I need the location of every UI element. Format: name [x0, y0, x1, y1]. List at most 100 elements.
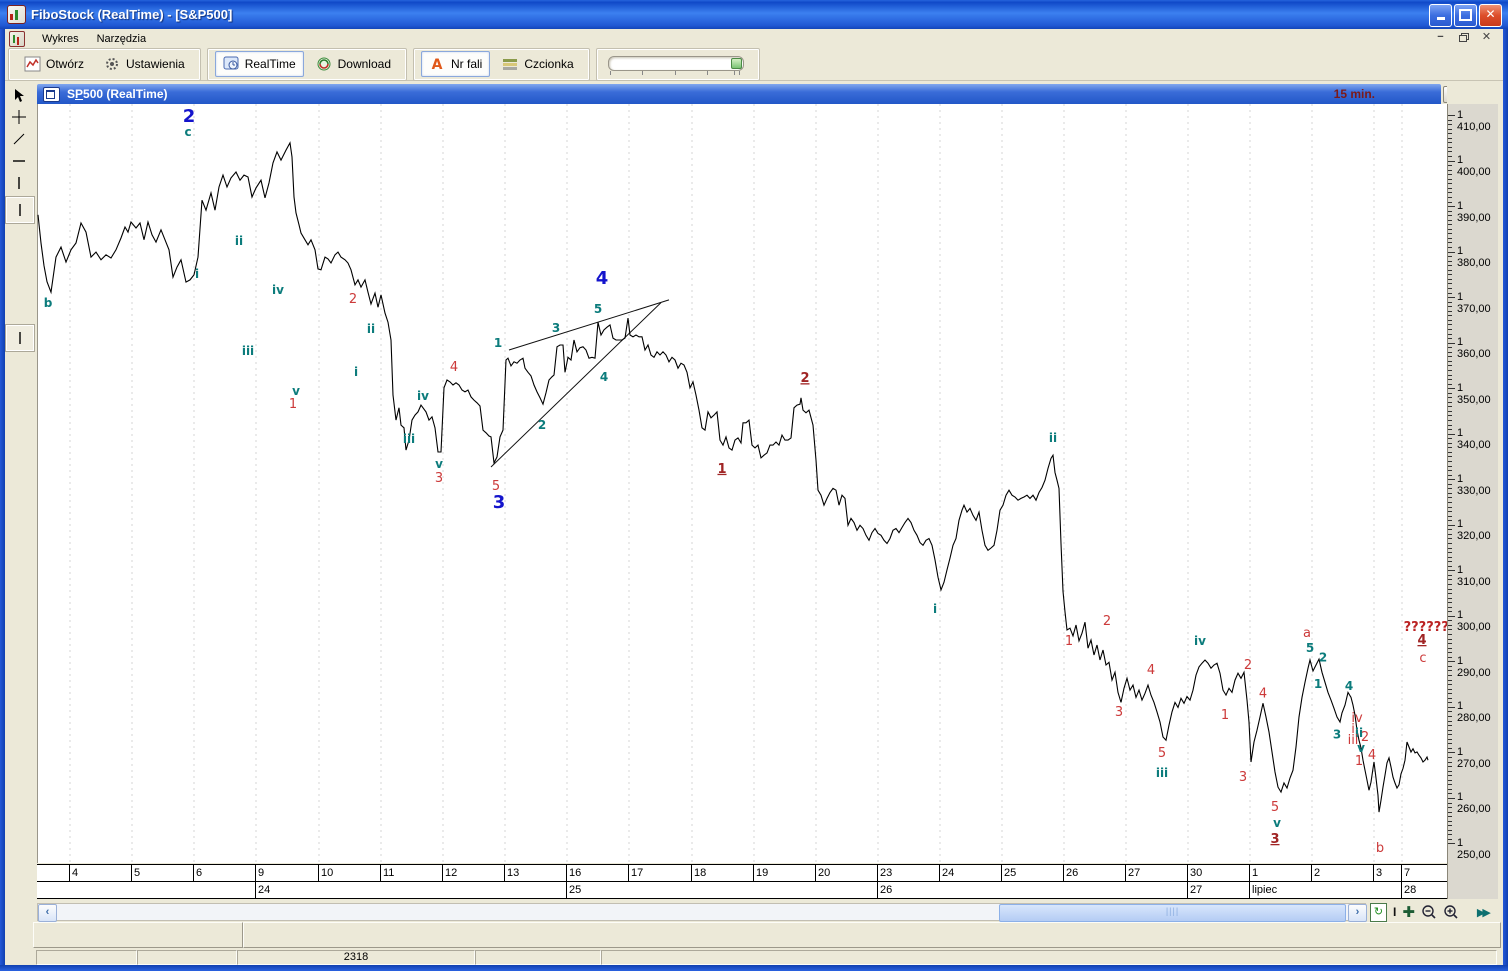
scroll-right-icon[interactable]: ›: [1348, 904, 1367, 922]
mdi-minimize-icon[interactable]: −: [1432, 30, 1449, 45]
toolbar-group-annot: A Nr fali Czcionka: [414, 48, 589, 80]
y-tick: [1448, 174, 1452, 176]
x-axis-label: 24: [942, 867, 955, 879]
x-divider: [691, 865, 692, 881]
y-tick: [1448, 570, 1455, 572]
price-chart-canvas[interactable]: 243bciiiiiiivviiiiiiivv12345iiiiviiiv512…: [37, 104, 1456, 863]
zoom-slider-thumb[interactable]: [730, 58, 742, 69]
y-tick: [1448, 324, 1452, 326]
x-divider: [815, 865, 816, 881]
ibeam-icon[interactable]: I: [1393, 905, 1396, 919]
menu-narzedzia[interactable]: Narzędzia: [88, 31, 156, 47]
wave-number-button[interactable]: A Nr fali: [421, 51, 491, 77]
zoom-slider-track[interactable]: [607, 56, 744, 71]
y-tick: [1448, 215, 1452, 217]
y-tick: [1448, 843, 1455, 845]
y-tick: [1448, 720, 1452, 722]
y-tick: [1448, 529, 1452, 531]
y-axis-label: 1 360,00: [1457, 336, 1491, 361]
mdi-close-icon[interactable]: ✕: [1478, 30, 1495, 45]
open-button[interactable]: Otwórz: [16, 51, 92, 77]
vline-tool[interactable]: [6, 172, 32, 194]
y-axis-label: 1 300,00: [1457, 609, 1491, 634]
y-tick: [1448, 119, 1452, 121]
y-tick: [1448, 520, 1452, 522]
y-tick: [1448, 410, 1452, 412]
x-divider: [1401, 882, 1402, 898]
wave-label: ii: [235, 234, 243, 248]
y-tick: [1448, 347, 1452, 349]
x-axis-label: 11: [383, 867, 395, 879]
maximize-icon[interactable]: [1454, 4, 1477, 27]
pan-right-icon[interactable]: ▶▶: [1477, 906, 1491, 919]
wave-label: a: [1303, 626, 1311, 641]
mdi-restore-icon[interactable]: [1455, 30, 1472, 45]
crosshair-tool[interactable]: [6, 106, 32, 128]
chart-hscrollbar[interactable]: ‹ ›: [37, 903, 1367, 922]
y-tick: [1448, 706, 1455, 708]
y-tick: [1448, 237, 1452, 239]
wave-label: c: [1419, 651, 1426, 666]
y-tick: [1448, 561, 1452, 563]
wave-label: 2: [1319, 650, 1327, 664]
y-tick: [1448, 583, 1452, 585]
y-tick: [1448, 406, 1452, 408]
y-tick: [1448, 647, 1452, 649]
wave-label: 4: [1417, 633, 1426, 648]
wave-label: v: [435, 457, 443, 471]
scroll-left-icon[interactable]: ‹: [38, 904, 57, 922]
title-bar: FiboStock (RealTime) - [S&P500] ✕: [0, 0, 1508, 29]
font-button[interactable]: Czcionka: [494, 51, 581, 77]
y-tick: [1448, 301, 1452, 303]
y-tick: [1448, 420, 1452, 422]
y-tick: [1448, 784, 1452, 786]
y-tick: [1448, 278, 1452, 280]
y-axis-label: 1 280,00: [1457, 700, 1491, 725]
wave-label: b: [44, 296, 53, 310]
y-axis-label: 1 270,00: [1457, 745, 1491, 770]
wave-label: 3: [1270, 832, 1279, 847]
realtime-button[interactable]: RealTime: [214, 51, 304, 77]
hline-tool[interactable]: [6, 150, 32, 172]
y-tick: [1448, 206, 1455, 208]
window-border: [0, 29, 5, 971]
y-tick: [1448, 397, 1452, 399]
price-line: [37, 141, 1429, 813]
zoom-out-icon[interactable]: [1421, 904, 1437, 920]
price-axis[interactable]: 1 250,00 1 260,00 1 270,00 1 280,00 1 290,00…: [1447, 104, 1498, 899]
y-tick: [1448, 187, 1452, 189]
wave-label: 3: [552, 321, 560, 335]
settings-button[interactable]: Ustawienia: [96, 51, 193, 77]
chart-zoom-controls: ↻ I ✚ ▶▶: [1370, 902, 1508, 922]
app-window: FiboStock (RealTime) - [S&P500] ✕ Wykres…: [0, 0, 1508, 971]
vline-tool-2[interactable]: [6, 197, 34, 223]
wave-label: 5: [1271, 800, 1279, 815]
toolbar: Otwórz Ustawienia RealTime Download A Nr…: [5, 48, 1503, 81]
x-axis-label: 3: [1376, 867, 1383, 879]
close-icon[interactable]: ✕: [1479, 4, 1502, 27]
plus-icon[interactable]: ✚: [1402, 903, 1415, 921]
scrollbar-thumb[interactable]: [999, 904, 1346, 922]
open-chart-icon: [24, 56, 41, 72]
x-divider: [504, 865, 505, 881]
zoom-in-icon[interactable]: [1443, 904, 1459, 920]
pointer-tool[interactable]: [6, 84, 32, 106]
refresh-page-icon[interactable]: ↻: [1370, 902, 1387, 922]
y-tick: [1448, 351, 1452, 353]
minimize-icon[interactable]: [1429, 4, 1452, 27]
wave-label: 4: [1345, 679, 1353, 693]
wave-label: 4: [1368, 748, 1376, 763]
menu-wykres[interactable]: Wykres: [33, 31, 88, 47]
x-divider: [69, 865, 70, 881]
wave-label: 4: [1259, 686, 1267, 701]
y-tick: [1448, 269, 1452, 271]
vline-tool-3[interactable]: [6, 325, 34, 351]
x-axis-label: 25: [1004, 867, 1017, 879]
download-button[interactable]: Download: [308, 51, 399, 77]
chart-title-bar[interactable]: SP500 (RealTime) 15 min.: [37, 84, 1441, 104]
zoom-slider[interactable]: [604, 51, 752, 77]
chart-plot-area[interactable]: 2 4 3 b c i ii iii iv v i ii iii iv v 1 2 3 4 5 i ii iv iii v 5 1 2…: [37, 104, 1456, 863]
trendline-tool[interactable]: [6, 128, 32, 150]
y-tick: [1448, 292, 1452, 294]
y-tick: [1448, 675, 1452, 677]
